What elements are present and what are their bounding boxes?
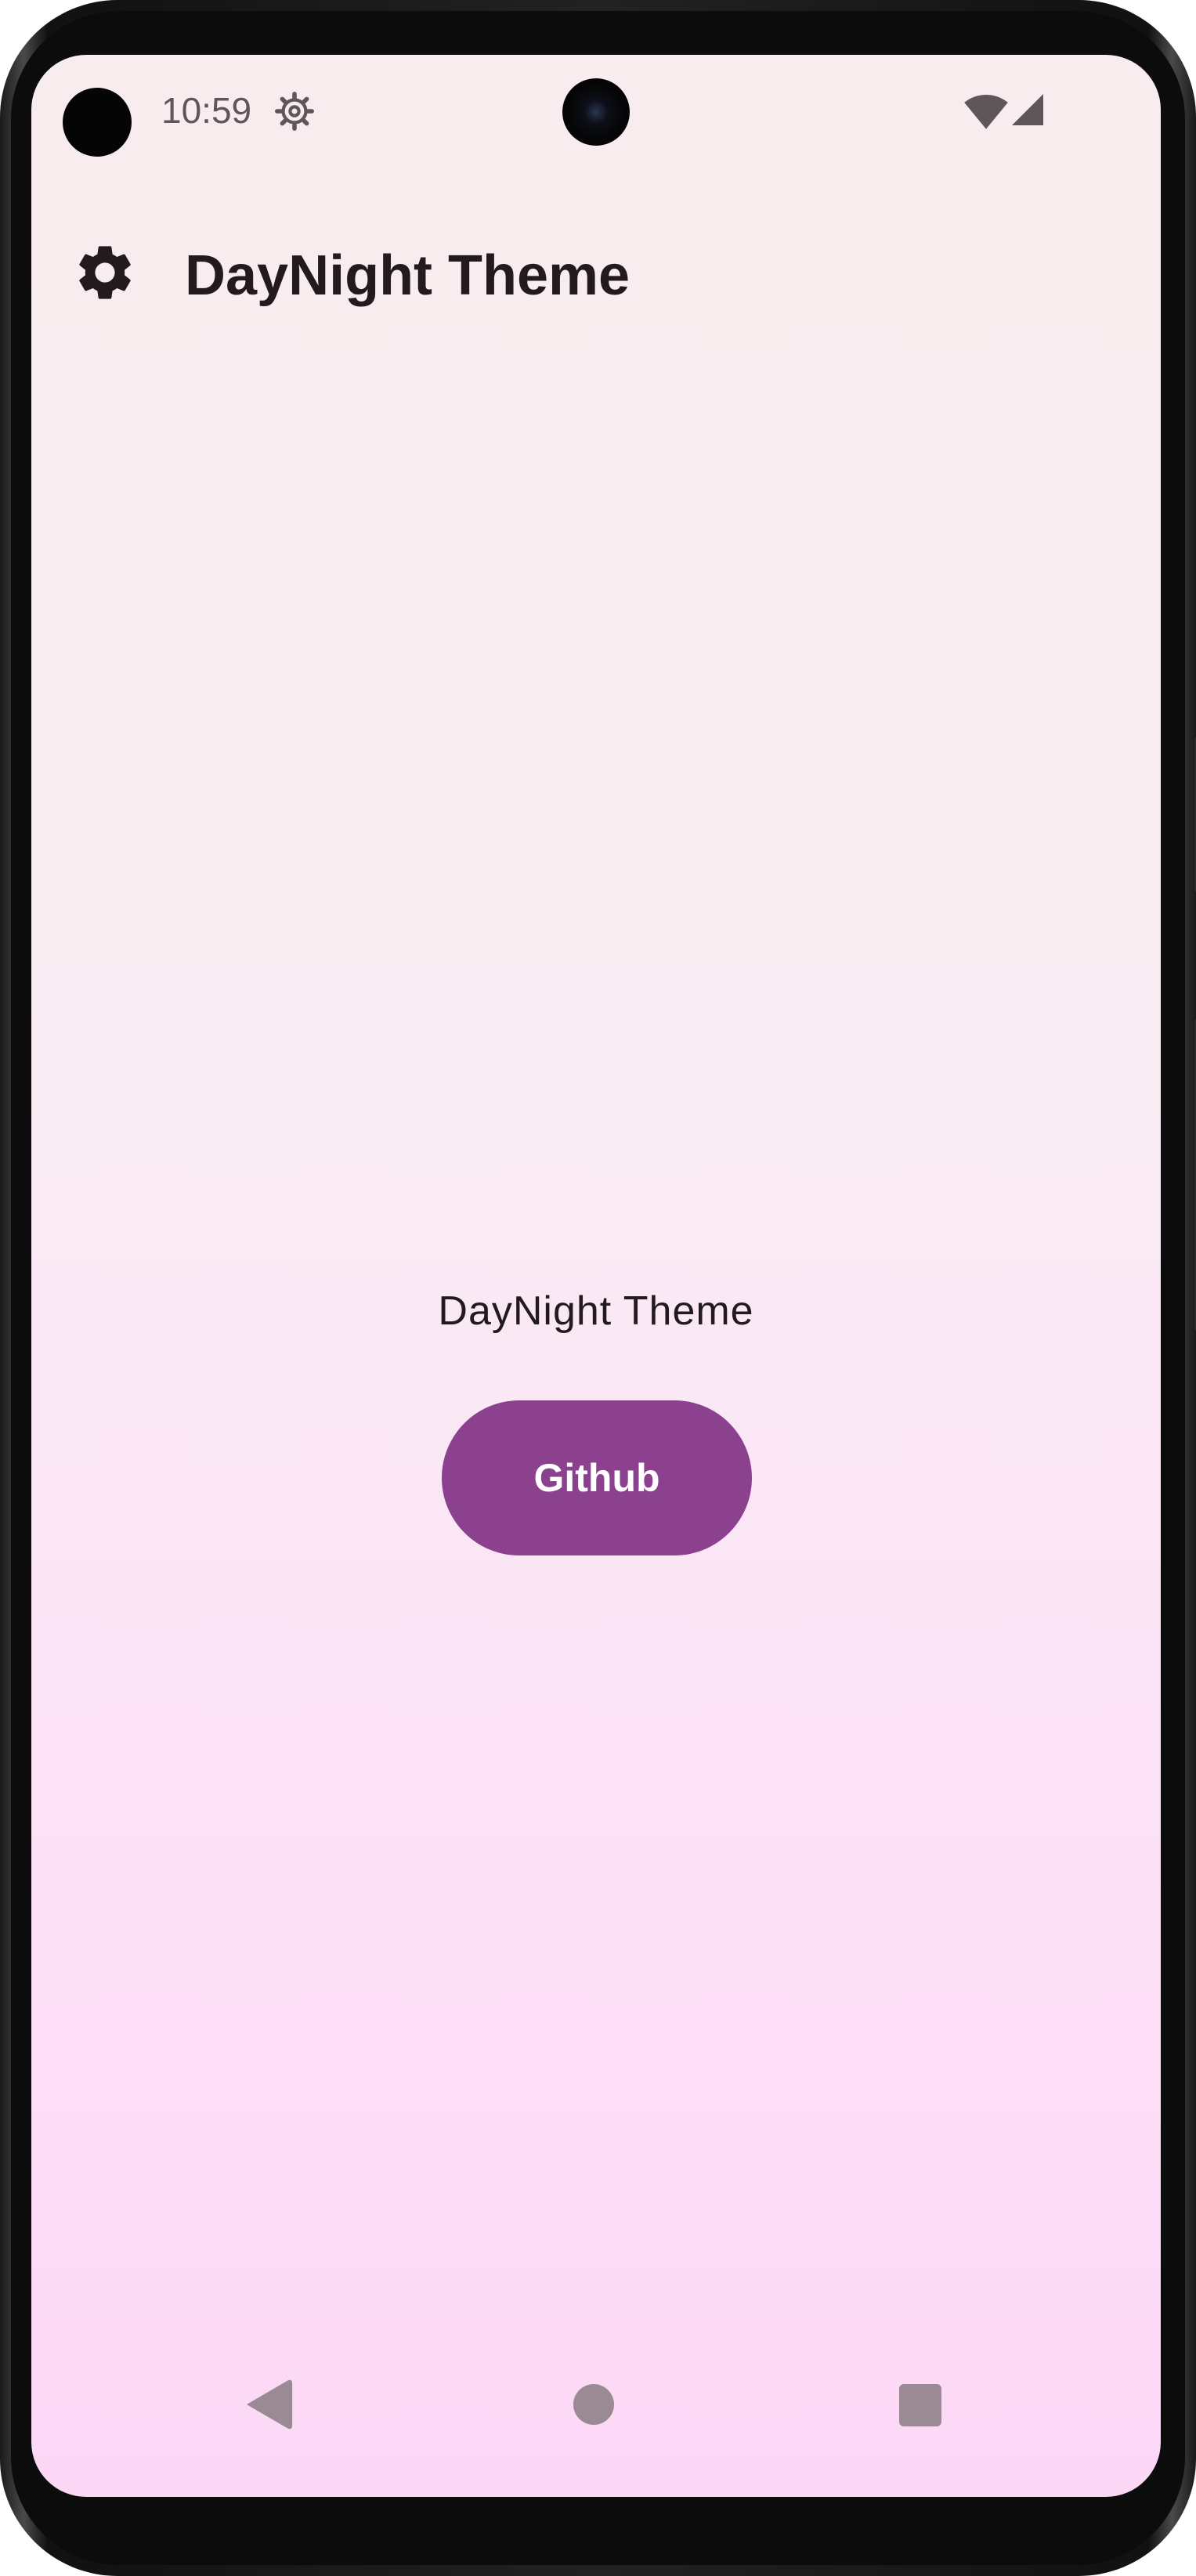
status-time: 10:59 (161, 90, 252, 131)
recents-icon[interactable] (899, 2384, 941, 2426)
app-bar-title: DayNight Theme (185, 244, 631, 307)
gear-icon (79, 246, 131, 299)
status-bar: 10:59 (31, 55, 1161, 164)
settings-button[interactable] (72, 240, 138, 305)
cell-signal-icon (1012, 94, 1043, 125)
front-sensor (63, 88, 132, 157)
wifi-icon (964, 94, 1008, 129)
navigation-bar (31, 2340, 1161, 2497)
home-icon[interactable] (573, 2384, 614, 2425)
screen: 10:59 DayNight Theme DayNight Theme Gith… (31, 55, 1161, 2497)
github-button[interactable]: Github (442, 1400, 752, 1555)
front-camera (562, 78, 630, 146)
gear-icon (275, 92, 314, 131)
phone-frame: 10:59 DayNight Theme DayNight Theme Gith… (0, 0, 1196, 2576)
top-app-bar: DayNight Theme (31, 211, 1161, 321)
theme-label: DayNight Theme (438, 1288, 754, 1334)
back-icon[interactable] (246, 2379, 293, 2430)
